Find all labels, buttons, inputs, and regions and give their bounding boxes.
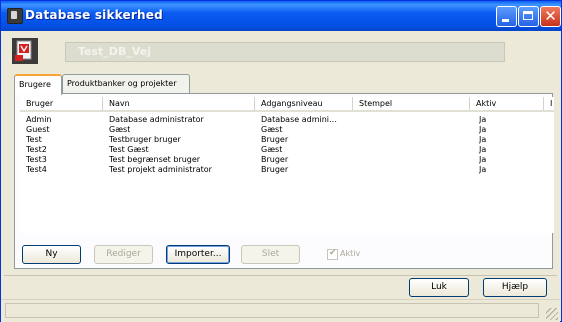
cell-aktiv: Ja — [479, 145, 487, 154]
cell-bruger: Test3 — [26, 155, 47, 164]
checkmark-icon: ✔ — [329, 248, 337, 258]
status-pane — [5, 303, 539, 318]
active-checkbox[interactable]: ✔ — [327, 248, 338, 260]
cell-bruger: Admin — [26, 115, 52, 124]
window-title: Database sikkerhed — [25, 8, 163, 22]
cell-navn: Test projekt administrator — [109, 165, 212, 174]
column-header-aktiv[interactable]: Aktiv — [470, 97, 544, 110]
cell-navn: Testbruger bruger — [109, 135, 181, 144]
cell-bruger: Test4 — [26, 165, 47, 174]
cell-aktiv: Ja — [479, 135, 487, 144]
help-button[interactable]: Hjælp — [483, 278, 547, 297]
footer-divider — [4, 275, 557, 276]
column-header-adgangsniveau[interactable]: Adgangsniveau — [255, 97, 353, 110]
cell-aktiv: Ja — [479, 165, 487, 174]
cell-adgangsniveau: Bruger — [261, 155, 289, 164]
minimize-button[interactable] — [496, 6, 517, 27]
edit-user-button[interactable]: Rediger — [94, 245, 153, 264]
column-header-navn[interactable]: Navn — [103, 97, 255, 110]
cell-adgangsniveau: Bruger — [261, 165, 289, 174]
cell-aktiv: Ja — [479, 125, 487, 134]
cell-navn: Test Gæst — [109, 145, 149, 154]
table-row[interactable]: Test2 Test Gæst Gæst Ja — [20, 145, 554, 155]
cell-navn: Database administrator — [109, 115, 204, 124]
import-button[interactable]: Importer... — [166, 245, 230, 264]
table-row[interactable]: Test3 Test begrænset bruger Bruger Ja — [20, 155, 554, 165]
cell-aktiv: Ja — [479, 155, 487, 164]
table-row[interactable]: Guest Gæst Gæst Ja — [20, 125, 554, 135]
table-row[interactable]: Test4 Test projekt administrator Bruger … — [20, 165, 554, 175]
maximize-button[interactable] — [518, 6, 539, 27]
users-table[interactable]: Bruger Navn Adgangsniveau Stempel Aktiv … — [20, 97, 554, 233]
database-header: Test_DB_Vej — [10, 36, 550, 68]
cell-navn: Test begrænset bruger — [109, 155, 201, 164]
column-header-extra[interactable]: I — [544, 97, 554, 110]
close-button[interactable]: ✕ — [540, 6, 561, 27]
table-row[interactable]: Admin Database administrator Database ad… — [20, 115, 554, 125]
database-name: Test_DB_Vej — [65, 42, 505, 62]
tab-produktbanker[interactable]: Produktbanker og projekter — [62, 74, 190, 94]
status-bar — [1, 299, 560, 322]
cell-navn: Gæst — [109, 125, 131, 134]
delete-user-button[interactable]: Slet — [241, 245, 300, 264]
cell-adgangsniveau: Bruger — [261, 135, 289, 144]
column-header-bruger[interactable]: Bruger — [20, 97, 103, 110]
close-icon: ✕ — [544, 7, 557, 25]
cell-adgangsniveau: Gæst — [261, 125, 283, 134]
database-security-icon — [12, 38, 38, 64]
app-database-icon — [7, 8, 23, 24]
new-user-button[interactable]: Ny — [22, 245, 81, 264]
cell-adgangsniveau: Database admini… — [261, 115, 338, 124]
close-dialog-button[interactable]: Luk — [409, 278, 469, 297]
cell-bruger: Test2 — [26, 145, 47, 154]
minimize-icon — [502, 19, 509, 22]
cell-adgangsniveau: Gæst — [261, 145, 283, 154]
column-header-stempel[interactable]: Stempel — [353, 97, 470, 110]
cell-aktiv: Ja — [479, 115, 487, 124]
active-checkbox-label: Aktiv — [340, 249, 361, 258]
header-divider — [20, 110, 554, 112]
title-bar[interactable]: Database sikkerhed ✕ — [1, 1, 561, 31]
maximize-icon — [523, 11, 533, 20]
table-row[interactable]: Test Testbruger bruger Bruger Ja — [20, 135, 554, 145]
cell-bruger: Test — [26, 135, 42, 144]
cell-bruger: Guest — [26, 125, 50, 134]
resize-grip-icon[interactable] — [546, 308, 558, 320]
tab-brugere[interactable]: Brugere — [14, 74, 62, 95]
